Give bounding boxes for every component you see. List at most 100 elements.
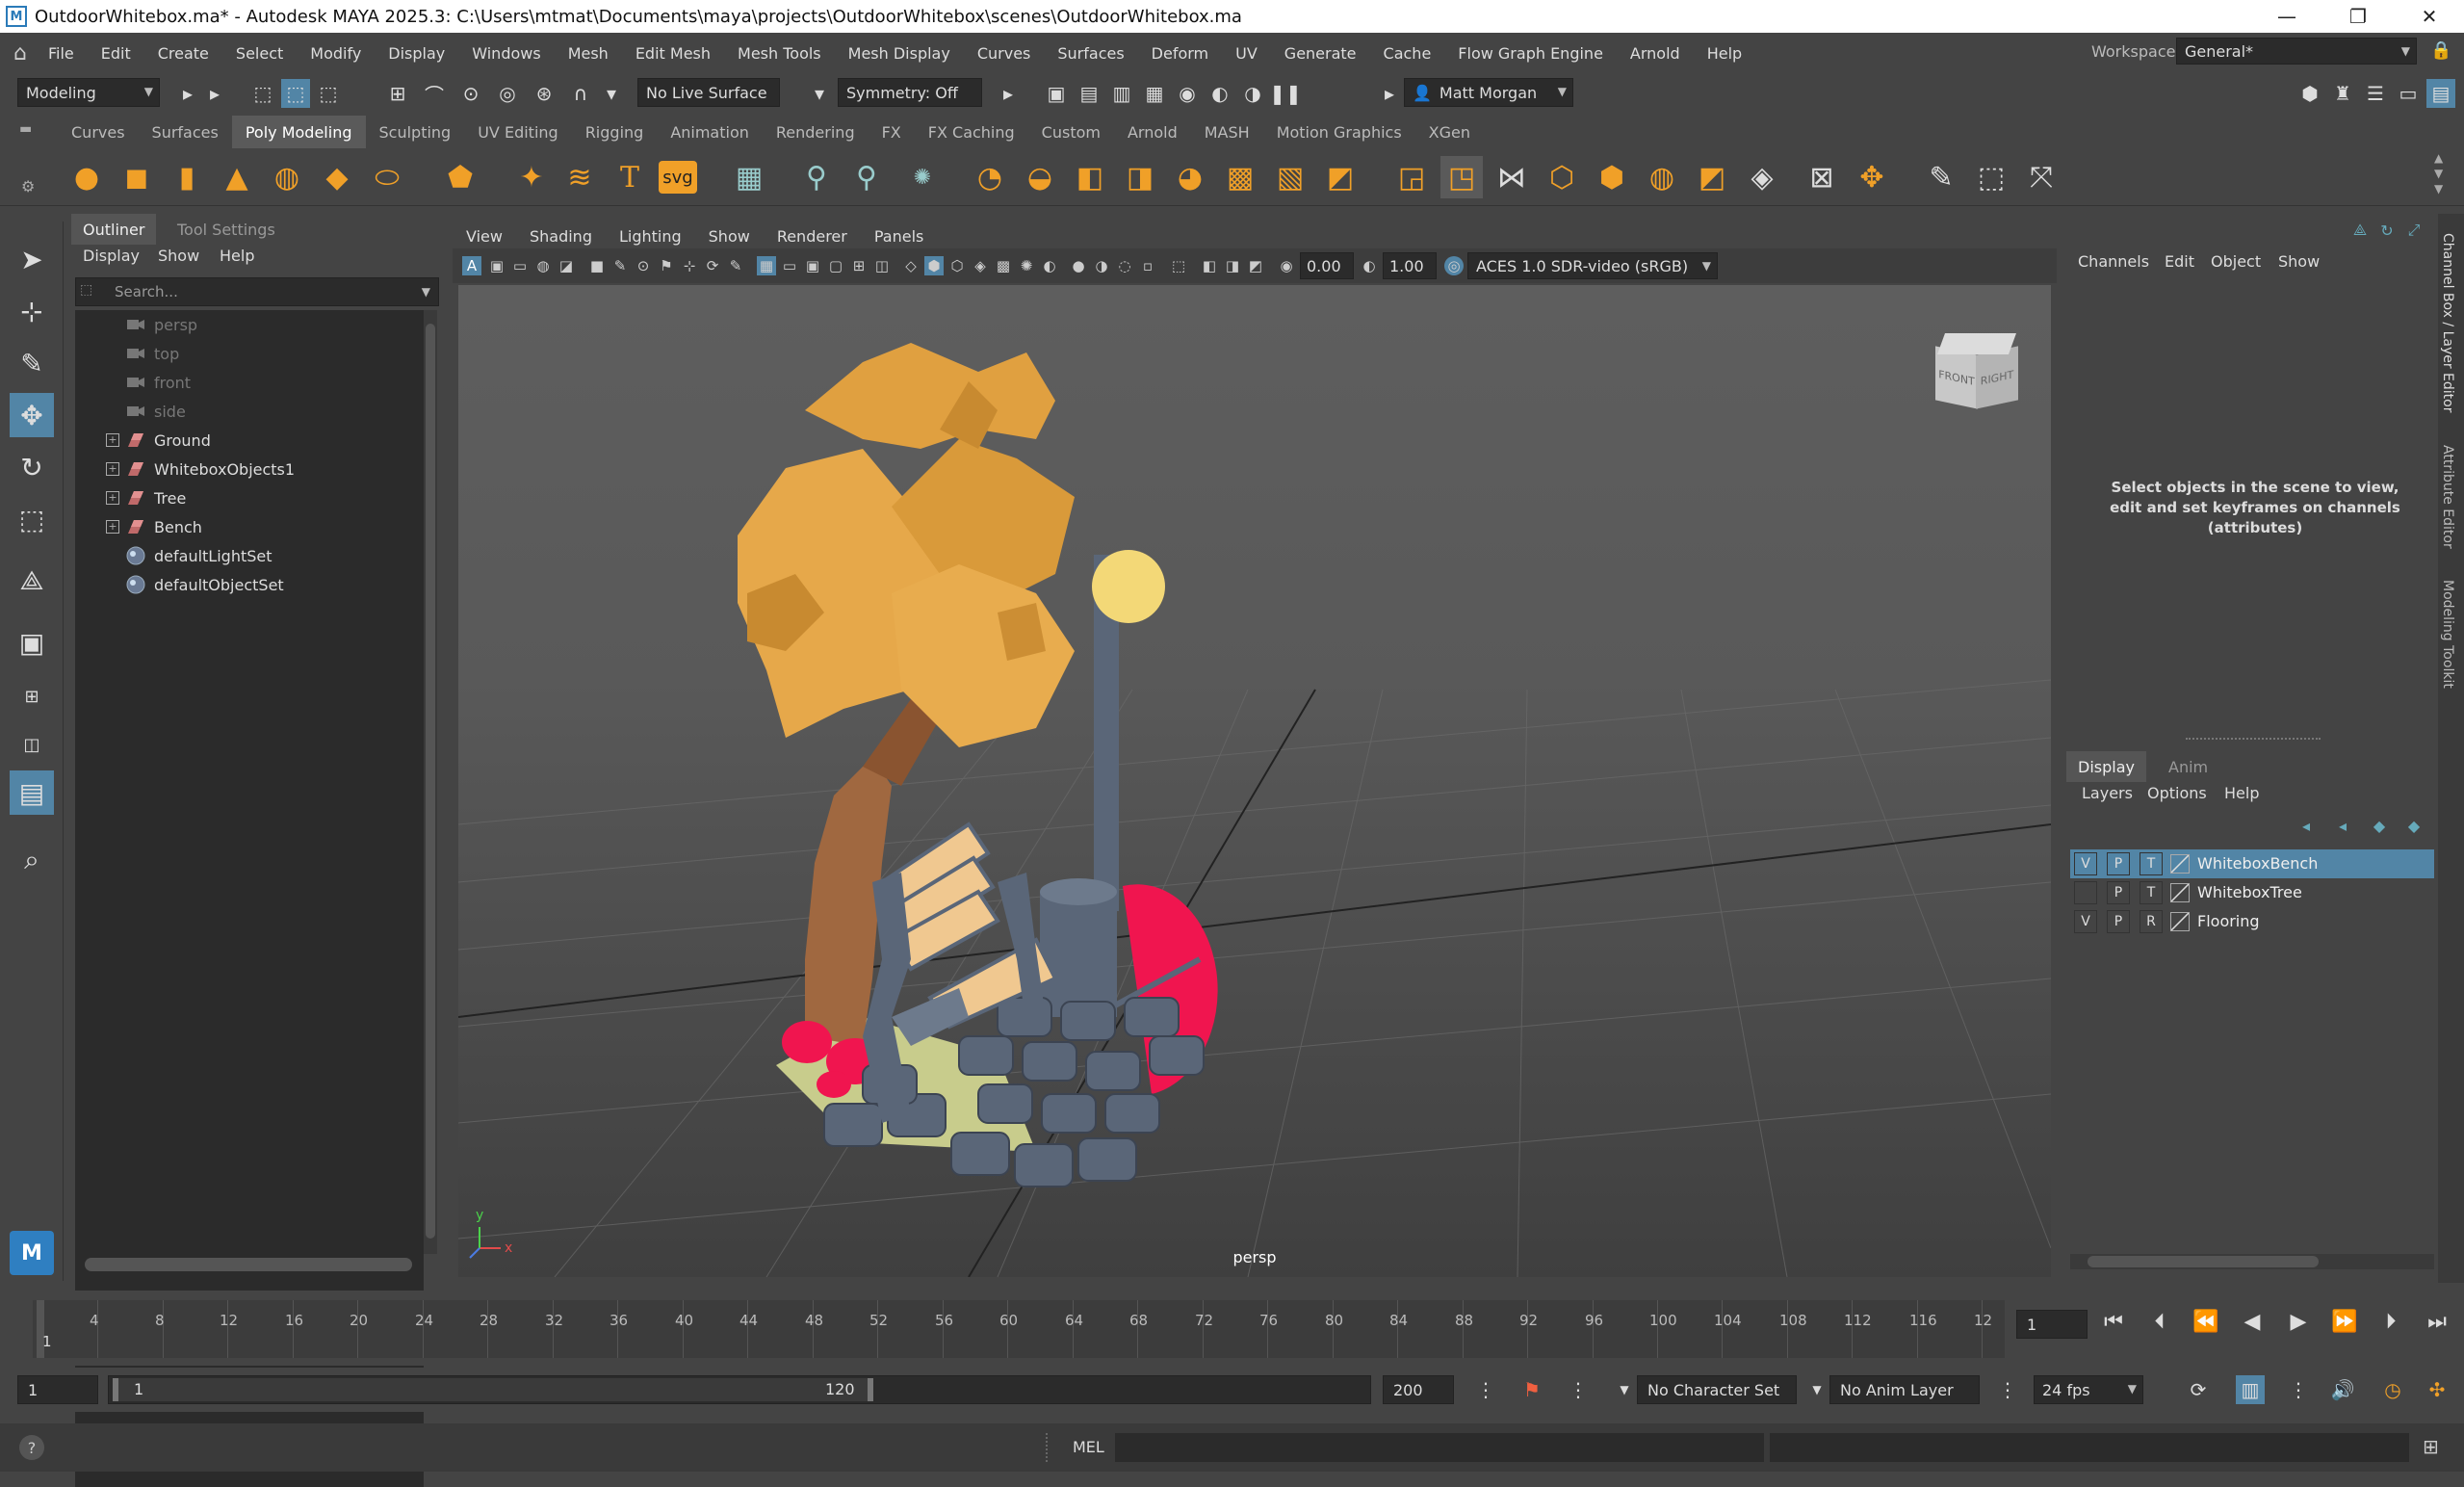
play-forwards-icon[interactable]: ▶ — [2284, 1307, 2313, 1336]
snap-point-icon[interactable]: ⊙ — [456, 79, 485, 108]
poly-disc-icon[interactable]: ⬭ — [366, 156, 408, 198]
pause-icon[interactable]: ❚❚ — [1269, 79, 1302, 108]
channelbox-menu-object[interactable]: Object — [2211, 252, 2261, 271]
channelbox-menu-edit[interactable]: Edit — [2165, 252, 2194, 271]
ipr-render-icon[interactable]: ▥ — [1107, 79, 1136, 108]
panel-splitter[interactable] — [2186, 738, 2321, 740]
two-view-icon[interactable]: ◫ — [10, 722, 54, 767]
render-current-frame-icon[interactable]: ▤ — [1075, 79, 1103, 108]
menu-create[interactable]: Create — [144, 44, 222, 63]
paint-select-icon[interactable]: ✎ — [10, 341, 54, 385]
rotate-tool-icon[interactable]: ↻ — [10, 445, 54, 489]
image-plane-icon[interactable]: ◍ — [533, 256, 553, 275]
outliner-item-defaultobjectset[interactable]: defaultObjectSet — [75, 570, 422, 599]
outliner-vscroll-thumb[interactable] — [426, 324, 435, 1239]
layers-hscroll[interactable] — [2070, 1254, 2434, 1269]
bridge-icon[interactable]: ⋈ — [1491, 156, 1533, 198]
outliner-item-persp[interactable]: persp — [75, 310, 422, 339]
range-handle[interactable] — [113, 1378, 873, 1401]
command-input[interactable] — [1115, 1433, 1764, 1462]
shelf-tab-animation[interactable]: Animation — [657, 116, 763, 148]
arnold-ipr-icon[interactable]: ◑ — [1238, 79, 1267, 108]
dropdown-arrow-icon[interactable]: ▾ — [805, 79, 834, 108]
menu-edit[interactable]: Edit — [88, 44, 144, 63]
menu-cache[interactable]: Cache — [1370, 44, 1445, 63]
motion-blur-icon[interactable]: ◑ — [1092, 256, 1111, 275]
outliner-vscroll[interactable] — [424, 310, 437, 1254]
layer-color-swatch[interactable] — [2170, 912, 2190, 931]
xray-active-icon[interactable]: ◨ — [1223, 256, 1242, 275]
layer-visibility-toggle[interactable]: V — [2074, 852, 2097, 875]
live-surface-field[interactable]: No Live Surface — [637, 78, 780, 107]
poly-cone-icon[interactable]: ▲ — [216, 156, 258, 198]
grid-toggle-icon[interactable]: ▦ — [757, 256, 776, 275]
layers-menu-help[interactable]: Help — [2224, 784, 2259, 802]
step-back-key-icon[interactable]: ⏴ — [2145, 1307, 2174, 1336]
slide-edge-icon[interactable]: ⤧ — [2020, 156, 2062, 198]
tab-modeling-toolkit[interactable]: Modeling Toolkit — [2440, 580, 2455, 689]
poly-sphere-icon[interactable]: ● — [65, 156, 108, 198]
fill-hole-icon[interactable]: ⬢ — [1591, 156, 1633, 198]
pan-icon[interactable]: ⊹ — [680, 256, 699, 275]
render-settings-icon[interactable]: ▦ — [1140, 79, 1169, 108]
snap-view-plane-icon[interactable]: ◎ — [493, 79, 522, 108]
wireframe-icon[interactable]: ◇ — [901, 256, 921, 275]
outliner-item-side[interactable]: side — [75, 397, 422, 426]
new-layer-icon[interactable]: ◆ — [2365, 811, 2394, 840]
collapse-arrow-icon[interactable]: ▸ — [1375, 79, 1404, 108]
backface-icon[interactable]: ◩ — [1246, 256, 1265, 275]
separate-icon[interactable]: ◒ — [1019, 156, 1061, 198]
select-tool-icon[interactable]: ➤ — [10, 237, 54, 281]
insert-edge-loop-icon[interactable]: ◩ — [1691, 156, 1733, 198]
move-layer-down-icon[interactable]: ◂ — [2328, 811, 2357, 840]
xray-icon[interactable]: ◈ — [971, 256, 990, 275]
remesh-icon[interactable]: ◩ — [1319, 156, 1362, 198]
outliner-persp-icon[interactable]: ▤ — [10, 770, 54, 815]
film-gate-icon[interactable]: ▭ — [780, 256, 799, 275]
viewcube[interactable]: FRONT RIGHT — [1932, 333, 2018, 420]
expand-icon[interactable]: + — [106, 491, 119, 505]
shelf-tab-motion-graphics[interactable]: Motion Graphics — [1263, 116, 1415, 148]
animation-preferences-icon[interactable]: ✣ — [2423, 1375, 2451, 1404]
merge-icon[interactable]: ⊠ — [1801, 156, 1843, 198]
wireframe-on-shaded-icon[interactable]: ⬡ — [947, 256, 967, 275]
ambient-occlusion-icon[interactable]: ● — [1069, 256, 1088, 275]
outliner-item-front[interactable]: front — [75, 368, 422, 397]
channelbox-menu-show[interactable]: Show — [2278, 252, 2320, 271]
camera-lock-icon[interactable]: ⊙ — [634, 256, 653, 275]
extract-icon[interactable]: ◧ — [1069, 156, 1111, 198]
smooth-shade-icon[interactable]: ⬢ — [924, 256, 944, 275]
gamma-field[interactable]: 1.00 — [1383, 252, 1437, 279]
menu-edit-mesh[interactable]: Edit Mesh — [622, 44, 724, 63]
type-tool-icon[interactable]: T — [609, 156, 651, 198]
view-transform-dropdown[interactable]: ACES 1.0 SDR-video (sRGB) ▼ — [1467, 252, 1718, 279]
layer-display-type-toggle[interactable]: T — [2140, 852, 2163, 875]
menu-file[interactable]: File — [35, 44, 88, 63]
outliner-item-top[interactable]: top — [75, 339, 422, 368]
outliner-menu-help[interactable]: Help — [220, 247, 254, 265]
chevron-down-icon[interactable]: ▼ — [1610, 1375, 1639, 1404]
outliner-item-bench[interactable]: + Bench — [75, 512, 422, 541]
channel-box-sync-icon[interactable]: ↻ — [2373, 216, 2401, 245]
shelf-tab-mash[interactable]: MASH — [1191, 116, 1263, 148]
character-set-field[interactable]: No Character Set — [1637, 1375, 1797, 1404]
anim-layer-field[interactable]: No Anim Layer — [1829, 1375, 1980, 1404]
align-tool-icon[interactable]: ⚲ — [845, 156, 888, 198]
menu-select[interactable]: Select — [222, 44, 297, 63]
sound-icon[interactable]: 🔊 — [2328, 1375, 2357, 1404]
reduce-icon[interactable]: ▧ — [1269, 156, 1311, 198]
expand-icon[interactable]: + — [106, 462, 119, 476]
menu-generate[interactable]: Generate — [1271, 44, 1370, 63]
viewcube-top-face[interactable] — [1936, 333, 2017, 354]
tab-anim-layers[interactable]: Anim — [2157, 751, 2219, 782]
snap-curve-icon[interactable]: ⌒ — [420, 79, 449, 108]
tool-settings-icon[interactable]: ▭ — [2394, 79, 2423, 108]
gate-mask-icon[interactable]: ▢ — [826, 256, 845, 275]
channel-box-nav-icon[interactable]: ⟁ — [2346, 216, 2374, 245]
color-management-icon[interactable]: ◎ — [1444, 256, 1464, 275]
layer-row-flooring[interactable]: V P R Flooring — [2070, 907, 2434, 936]
layer-playback-toggle[interactable]: P — [2107, 910, 2130, 933]
measure-tool-icon[interactable]: ⚲ — [795, 156, 838, 198]
layers-hscroll-thumb[interactable] — [2088, 1256, 2319, 1267]
bounding-box-icon[interactable]: ⬚ — [1970, 156, 2012, 198]
